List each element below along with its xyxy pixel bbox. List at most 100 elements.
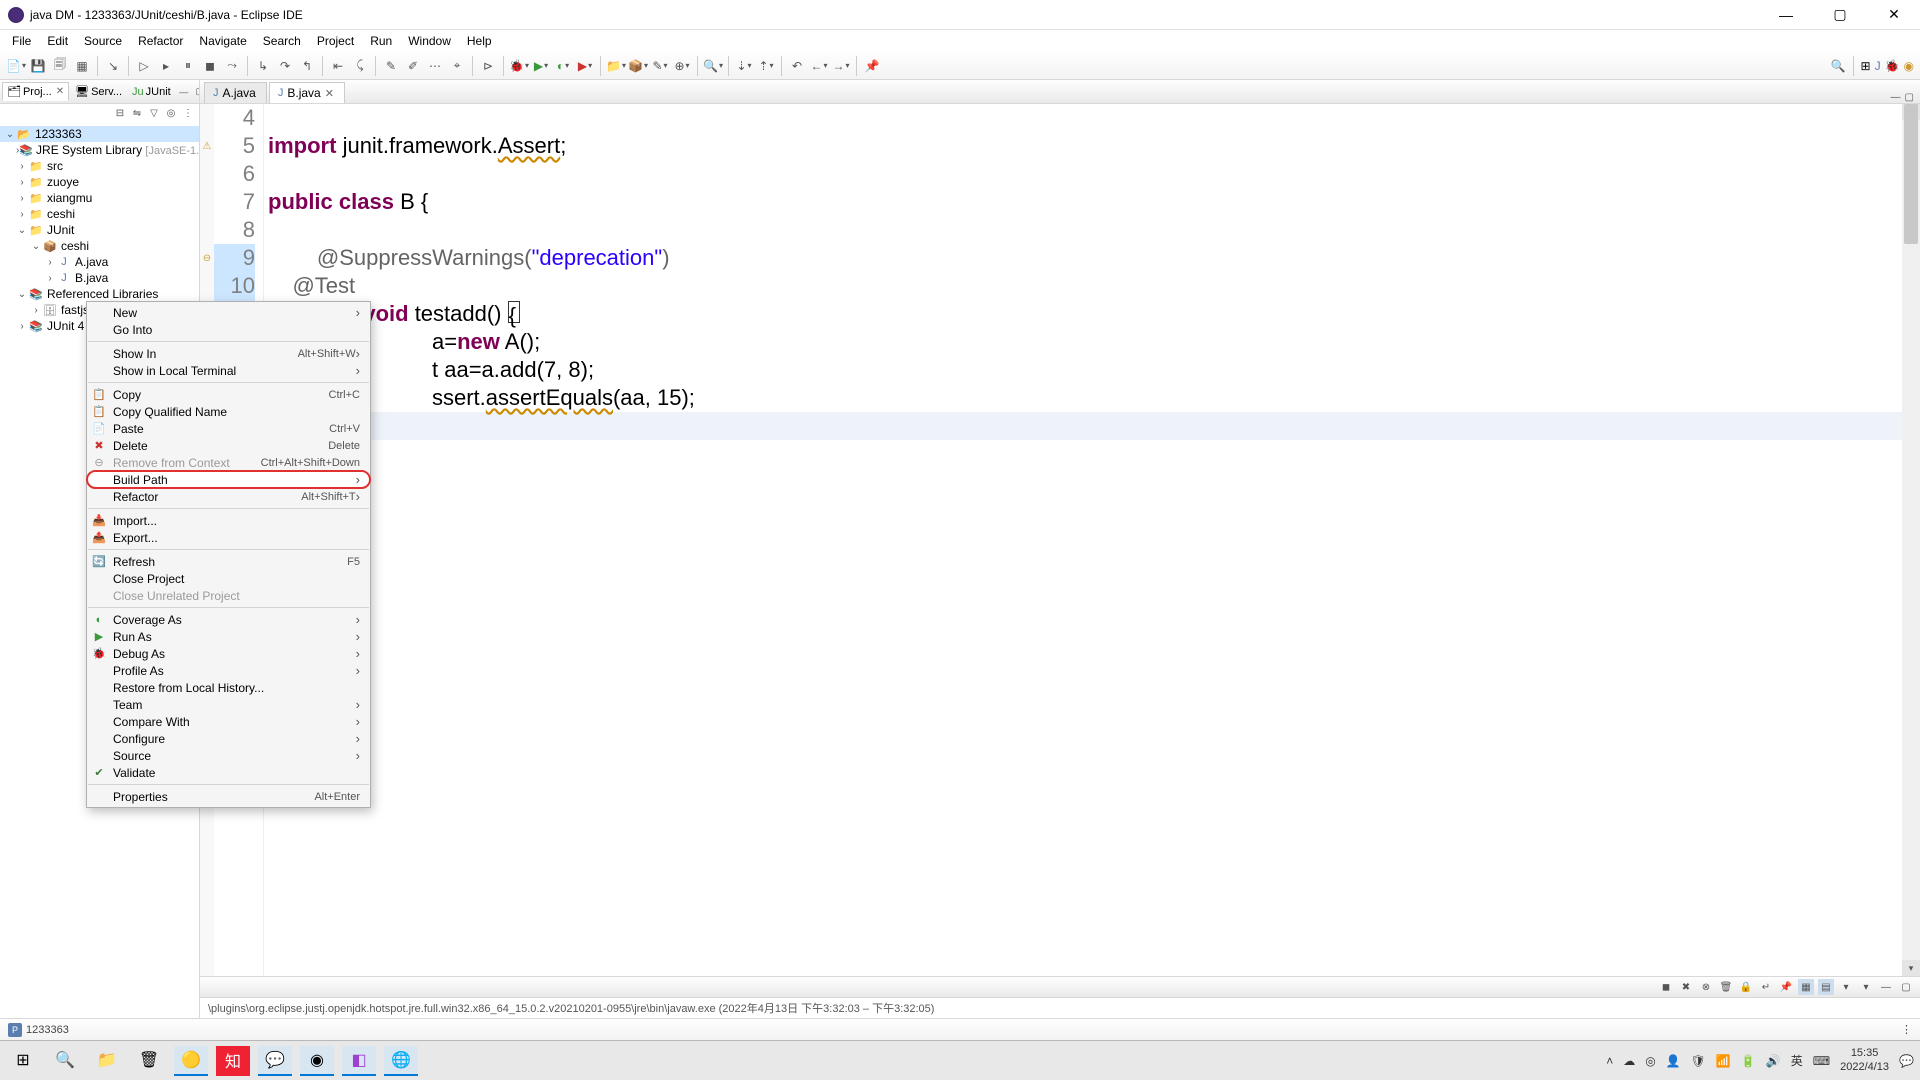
bjava-file-node[interactable]: ›J B.java (0, 270, 199, 286)
referenced-libraries-node[interactable]: ⌄📚 Referenced Libraries (0, 286, 199, 302)
chrome-taskbar-button[interactable]: 🟡 (174, 1046, 208, 1076)
tray-wifi-icon[interactable]: 📶 (1716, 1054, 1731, 1068)
new-toolbar-button[interactable]: 📄 (6, 56, 26, 76)
new-package-dropdown[interactable]: 📦 (628, 56, 648, 76)
search-taskbar-button[interactable]: 🔍 (48, 1046, 82, 1076)
junit-tab[interactable]: Ju JUnit (128, 84, 175, 100)
editor-tab-bjava[interactable]: J B.java ✕ (269, 82, 345, 103)
menu-edit[interactable]: Edit (39, 32, 76, 50)
context-menu-validate[interactable]: ✔Validate (87, 764, 370, 781)
filter-icon[interactable]: ▽ (147, 106, 161, 120)
context-menu-team[interactable]: Team (87, 696, 370, 713)
drop-frame-toolbar-button[interactable]: ⇤ (328, 56, 348, 76)
code-content[interactable]: import junit.framework.Assert; public cl… (264, 104, 1902, 976)
coverage-dropdown[interactable]: ◐ (553, 56, 573, 76)
step-return-toolbar-button[interactable]: ↰ (297, 56, 317, 76)
tray-battery-icon[interactable]: 🔋 (1741, 1054, 1756, 1068)
warning-marker-icon[interactable]: ⚠ (200, 132, 214, 160)
ceshi-package-node[interactable]: ⌄📦 ceshi (0, 238, 199, 254)
resume-toolbar-button[interactable]: ▸ (156, 56, 176, 76)
context-menu-coverage-as[interactable]: ◐Coverage As (87, 611, 370, 628)
play-toolbar-button[interactable]: ⊳ (478, 56, 498, 76)
maximize-button[interactable]: ▢ (1822, 3, 1858, 27)
explorer-taskbar-button[interactable]: 📁 (90, 1046, 124, 1076)
tray-cloud-icon[interactable]: ☁ (1623, 1054, 1635, 1068)
step-over-toolbar-button[interactable]: ↷ (275, 56, 295, 76)
console-remove-all-icon[interactable]: ⊗ (1698, 979, 1714, 995)
close-icon[interactable]: ✕ (56, 86, 64, 97)
warning-marker-icon[interactable]: ⊖ (200, 244, 214, 272)
run-dropdown[interactable]: ▶ (531, 56, 551, 76)
xiangmu-folder-node[interactable]: ›📁 xiangmu (0, 190, 199, 206)
misc2-toolbar-button[interactable]: ⌖ (447, 56, 467, 76)
debug-dropdown[interactable]: 🐞 (509, 56, 529, 76)
tray-user-icon[interactable]: 👤 (1666, 1054, 1681, 1068)
console-open-icon[interactable]: ▾ (1838, 979, 1854, 995)
console-terminate-icon[interactable]: ◼ (1658, 979, 1674, 995)
context-menu-compare-with[interactable]: Compare With (87, 713, 370, 730)
menu-file[interactable]: File (4, 32, 39, 50)
suspend-toolbar-button[interactable]: ⏸ (178, 56, 198, 76)
console-remove-icon[interactable]: ✖ (1678, 979, 1694, 995)
menu-help[interactable]: Help (459, 32, 500, 50)
minimize-editor-icon[interactable]: — (1891, 92, 1901, 103)
console-word-wrap-icon[interactable]: ↵ (1758, 979, 1774, 995)
maximize-editor-icon[interactable]: ▢ (1905, 92, 1914, 103)
app-purple-taskbar-button[interactable]: ◧ (342, 1046, 376, 1076)
close-button[interactable]: ✕ (1876, 3, 1912, 27)
context-menu-copy[interactable]: 📋CopyCtrl+C (87, 386, 370, 403)
menu-run[interactable]: Run (362, 32, 400, 50)
context-menu-profile-as[interactable]: Profile As (87, 662, 370, 679)
context-menu-source[interactable]: Source (87, 747, 370, 764)
minimize-view-icon[interactable]: — (177, 85, 191, 99)
tray-location-icon[interactable]: ◎ (1645, 1054, 1655, 1068)
save-toolbar-button[interactable]: 💾 (28, 56, 48, 76)
new-class-dropdown[interactable]: ✎ (650, 56, 670, 76)
start-button[interactable]: ⊞ (6, 1046, 40, 1076)
jee-perspective-icon[interactable]: ◉ (1904, 59, 1914, 73)
context-menu-run-as[interactable]: ▶Run As (87, 628, 370, 645)
ceshi-folder-node[interactable]: ›📁 ceshi (0, 206, 199, 222)
search-dropdown[interactable]: 🔍 (703, 56, 723, 76)
menu-refactor[interactable]: Refactor (130, 32, 191, 50)
search-icon[interactable]: 🔍 (1831, 59, 1846, 73)
project-root[interactable]: ⌄📂 1233363 (0, 126, 199, 142)
pin-toolbar-button[interactable]: 📌 (862, 56, 882, 76)
console-scroll-lock-icon[interactable]: 🔒 (1738, 979, 1754, 995)
step-filter-toolbar-button[interactable]: ⤹ (350, 56, 370, 76)
minimize-button[interactable]: — (1768, 3, 1804, 27)
back-toolbar-button[interactable]: ← (809, 56, 829, 76)
eclipse-taskbar-button[interactable]: ◉ (300, 1046, 334, 1076)
context-menu-configure[interactable]: Configure (87, 730, 370, 747)
disconnect-toolbar-button[interactable]: ⤳ (222, 56, 242, 76)
wand-toolbar-button[interactable]: ✎ (381, 56, 401, 76)
code-editor[interactable]: ⚠ ⊖ 4 5 6 7 8 9 10 11 (200, 104, 1920, 976)
tray-clock[interactable]: 15:35 2022/4/13 (1840, 1047, 1889, 1073)
console-clear-icon[interactable]: 🗑 (1718, 979, 1734, 995)
link-toolbar-button[interactable]: ↘ (103, 56, 123, 76)
console-pin-icon[interactable]: 📌 (1778, 979, 1794, 995)
console-max-icon[interactable]: ▢ (1898, 979, 1914, 995)
context-menu-build-path[interactable]: Build Path (87, 471, 370, 488)
misc-toolbar-button[interactable]: ⋯ (425, 56, 445, 76)
forward-toolbar-button[interactable]: → (831, 56, 851, 76)
context-menu-new[interactable]: New (87, 304, 370, 321)
tray-volume-icon[interactable]: 🔊 (1766, 1054, 1781, 1068)
editor-scrollbar[interactable]: ▴ ▾ (1902, 104, 1920, 976)
junit-folder-node[interactable]: ⌄📁 JUnit (0, 222, 199, 238)
open-perspective-icon[interactable]: ⊞ (1861, 59, 1871, 73)
menu-project[interactable]: Project (309, 32, 362, 50)
new-type-dropdown[interactable]: ⊕ (672, 56, 692, 76)
tray-notifications-icon[interactable]: 💬 (1899, 1054, 1914, 1068)
console-min-icon[interactable]: — (1878, 979, 1894, 995)
terminate-toolbar-button[interactable]: ◼ (200, 56, 220, 76)
editor-tab-ajava[interactable]: J A.java (204, 82, 267, 103)
context-menu-export[interactable]: 📤Export... (87, 529, 370, 546)
menu-navigate[interactable]: Navigate (191, 32, 254, 50)
wand2-toolbar-button[interactable]: ✐ (403, 56, 423, 76)
collapse-all-icon[interactable]: ⊟ (113, 106, 127, 120)
tray-security-icon[interactable]: 🛡 (1691, 1054, 1706, 1068)
src-folder-node[interactable]: ›📁 src (0, 158, 199, 174)
annotation-next-button[interactable]: ⇣ (734, 56, 754, 76)
step-into-toolbar-button[interactable]: ↳ (253, 56, 273, 76)
